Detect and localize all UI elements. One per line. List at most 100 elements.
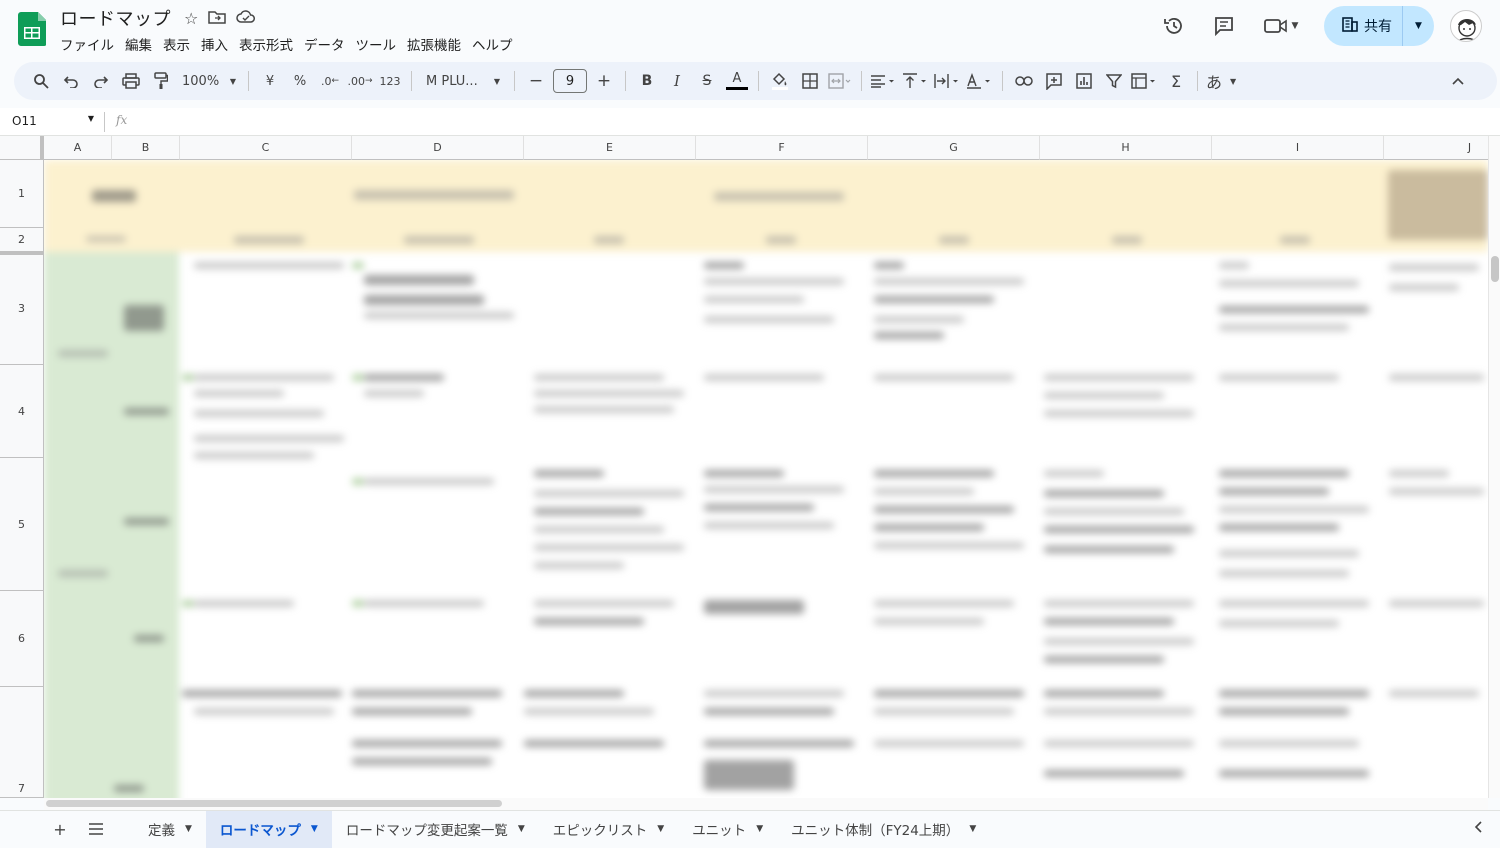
functions-button[interactable]: Σ [1161,67,1191,95]
chevron-down-icon: ▼ [756,824,764,834]
move-folder-icon[interactable] [208,9,227,29]
sheets-logo-icon[interactable] [18,12,46,46]
increase-font-size-icon[interactable]: + [589,67,619,95]
formula-bar: O11 ▼ fx [0,108,1500,136]
filter-views-icon[interactable] [1129,67,1161,95]
paint-format-icon[interactable] [146,67,176,95]
star-icon[interactable]: ☆ [184,9,198,29]
currency-format-button[interactable]: ¥ [255,67,285,95]
menu-file[interactable]: ファイル [60,34,122,54]
column-header-g[interactable]: G [868,136,1040,160]
cell-area[interactable] [44,160,1488,798]
column-header-c[interactable]: C [180,136,352,160]
chevron-down-icon: ▼ [517,824,525,834]
sheet-tab-units[interactable]: ユニット ▼ [678,811,777,848]
sheet-tab-unit-structure[interactable]: ユニット体制（FY24上期） ▼ [777,811,990,848]
chevron-down-icon: ▼ [969,824,977,834]
redo-icon[interactable] [86,67,116,95]
sheet-tab-roadmap[interactable]: ロードマップ ▼ [205,810,332,848]
row-header-6[interactable]: 6 [0,591,44,687]
strikethrough-button[interactable]: S [692,67,722,95]
column-header-j[interactable]: J [1384,136,1488,160]
insert-link-icon[interactable] [1009,67,1039,95]
text-wrapping-icon[interactable] [932,67,964,95]
menu-insert[interactable]: 挿入 [201,34,236,54]
row-header-7[interactable]: 7 [0,687,44,798]
select-all-corner[interactable] [0,136,44,160]
menu-view[interactable]: 表示 [163,34,198,54]
filter-icon[interactable] [1099,67,1129,95]
row-header-4[interactable]: 4 [0,365,44,458]
share-dropdown-icon[interactable]: ▼ [1402,6,1434,46]
avatar[interactable] [1450,10,1482,42]
vertical-align-icon[interactable] [900,67,932,95]
row-header-1[interactable]: 1 [0,160,44,228]
vertical-scrollbar[interactable] [1488,136,1500,798]
font-size-value[interactable]: 9 [553,69,587,93]
share-button[interactable]: 共有 [1324,6,1402,46]
toolbar-divider [625,71,626,91]
menu-edit[interactable]: 編集 [125,34,160,54]
sheet-tab-epic-list[interactable]: エピックリスト ▼ [539,811,678,848]
add-sheet-icon[interactable]: + [42,820,78,839]
text-color-label: A [732,70,742,86]
italic-button[interactable]: I [662,67,692,95]
horizontal-scrollbar[interactable] [44,798,1488,810]
search-menus-icon[interactable] [26,67,56,95]
menu-tools[interactable]: ツール [356,34,405,54]
fill-color-icon[interactable] [765,67,795,95]
bold-button[interactable]: B [632,67,662,95]
collapse-toolbar-icon[interactable] [1443,67,1473,95]
column-header-i[interactable]: I [1212,136,1384,160]
increase-decimal-button[interactable]: .00 → [345,67,375,95]
menu-help[interactable]: ヘルプ [472,34,521,54]
increase-decimal-label: .00 [347,74,365,88]
input-tools-button[interactable]: あ ▼ [1204,67,1238,95]
percent-format-button[interactable]: % [285,67,315,95]
zoom-select[interactable]: 100% ▼ [176,67,242,95]
font-size-field[interactable]: 9 [551,67,589,95]
insert-comment-icon[interactable] [1039,67,1069,95]
insert-chart-icon[interactable] [1069,67,1099,95]
column-header-e[interactable]: E [524,136,696,160]
chevron-down-icon: ▼ [310,824,318,834]
column-header-d[interactable]: D [352,136,524,160]
sheet-tab-roadmap-change-proposals[interactable]: ロードマップ変更起案一覧 ▼ [332,811,539,848]
document-title[interactable]: ロードマップ [60,5,171,31]
name-box[interactable]: O11 ▼ [12,114,100,128]
column-header-b[interactable]: B [112,136,180,160]
more-formats-button[interactable]: 123 [375,67,405,95]
print-icon[interactable] [116,67,146,95]
cloud-saved-icon[interactable] [236,9,256,29]
column-header-h[interactable]: H [1040,136,1212,160]
text-rotation-icon[interactable] [964,67,996,95]
font-select[interactable]: M PLU... ▼ [418,67,508,95]
frozen-row-divider[interactable] [0,251,44,255]
horizontal-align-icon[interactable] [868,67,900,95]
menu-format[interactable]: 表示形式 [239,34,301,54]
share-button-group: 共有 ▼ [1324,6,1434,46]
column-header-a[interactable]: A [44,136,112,160]
merge-cells-icon[interactable] [825,67,855,95]
borders-icon[interactable] [795,67,825,95]
decrease-font-size-icon[interactable]: − [521,67,551,95]
menu-extensions[interactable]: 拡張機能 [407,34,469,54]
text-color-button[interactable]: A [722,67,752,95]
vertical-scroll-thumb[interactable] [1491,256,1499,282]
decrease-decimal-button[interactable]: .0 ← [315,67,345,95]
fx-icon: fx [116,113,128,127]
comments-icon[interactable] [1206,8,1242,44]
menu-data[interactable]: データ [304,34,353,54]
row-header-2[interactable]: 2 [0,228,44,252]
meet-video-icon[interactable]: ▼ [1256,8,1306,44]
column-header-f[interactable]: F [696,136,868,160]
all-sheets-icon[interactable] [78,823,114,835]
tab-scroll-left-icon[interactable] [1474,821,1482,837]
sheet-tab-definitions[interactable]: 定義 ▼ [134,811,206,848]
row-header-5[interactable]: 5 [0,458,44,591]
chevron-down-icon: ▼ [229,76,236,86]
row-header-3[interactable]: 3 [0,252,44,365]
horizontal-scroll-thumb[interactable] [46,800,502,807]
undo-icon[interactable] [56,67,86,95]
version-history-icon[interactable] [1156,8,1192,44]
